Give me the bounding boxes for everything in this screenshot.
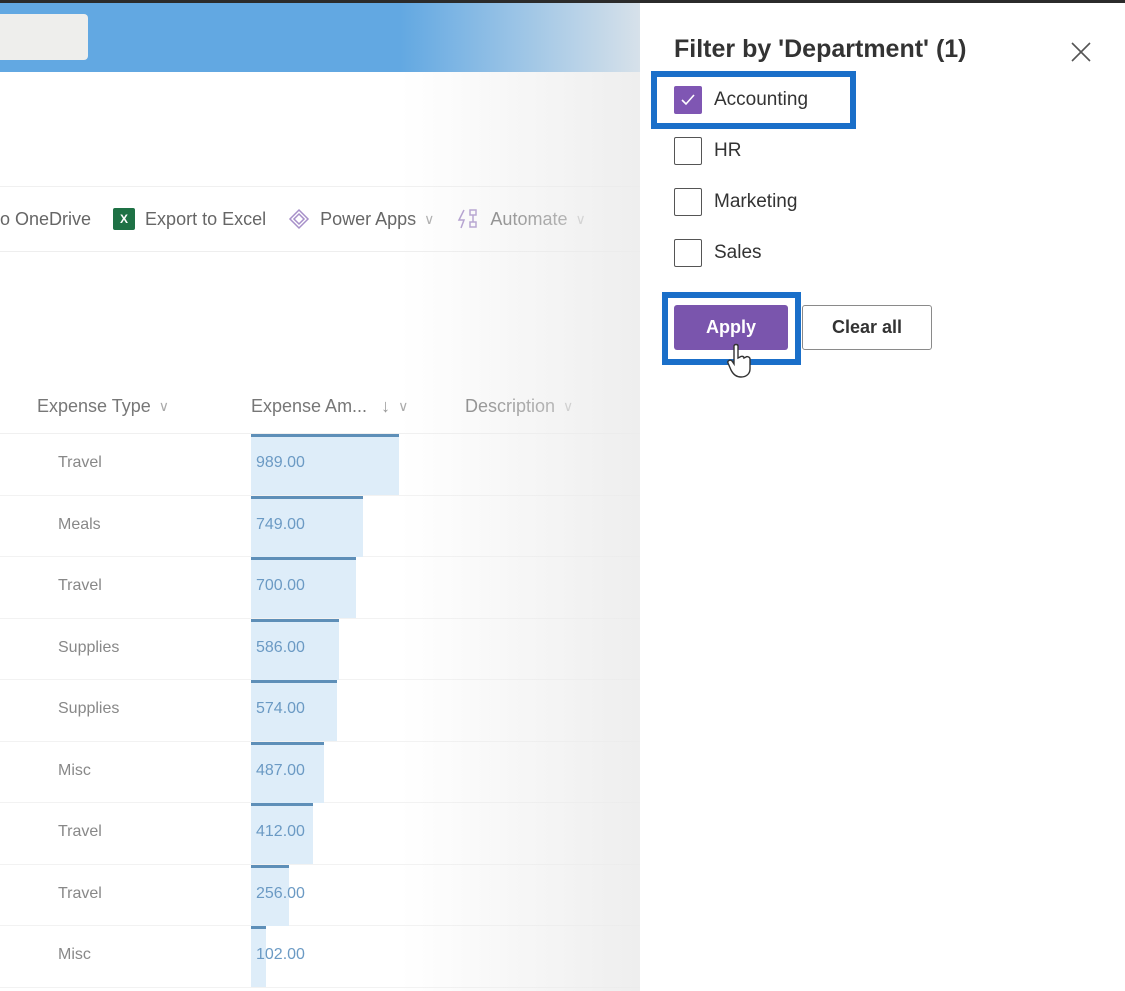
list-header: Expense Type ∨ Expense Am... ↓ ∨ Descrip…: [0, 379, 640, 434]
expense-amount-cell: 574.00: [256, 700, 305, 717]
column-header-expense-amount[interactable]: Expense Am... ↓ ∨: [251, 396, 408, 417]
column-header-expense-type[interactable]: Expense Type ∨: [37, 396, 169, 417]
column-header-description[interactable]: Description ∨: [465, 396, 573, 417]
filter-option-hr[interactable]: HR: [674, 137, 741, 165]
chevron-down-icon: ∨: [424, 210, 435, 227]
expense-type-cell: Travel: [58, 577, 102, 594]
expense-amount-cell: 749.00: [256, 515, 305, 533]
chevron-down-icon: ∨: [575, 210, 586, 227]
automate-icon: [456, 208, 480, 230]
expense-type-cell: Meals: [58, 515, 101, 533]
export-label: Export to Excel: [145, 208, 267, 229]
hand-cursor-icon: [726, 343, 754, 384]
chevron-down-icon: ∨: [158, 397, 169, 414]
sort-descending-icon: ↓: [381, 395, 391, 416]
checkbox[interactable]: [674, 188, 702, 216]
list-rows: Travel 989.00 Meals 749.00 Travel 700.00 Suppl…: [0, 434, 640, 988]
power-apps-icon: [288, 208, 310, 230]
expense-type-cell: Misc: [58, 946, 91, 963]
highlight-box-accounting: [651, 71, 856, 129]
expense-amount-cell: 487.00: [256, 761, 305, 779]
table-row[interactable]: Travel 256.00: [0, 864, 640, 926]
table-row[interactable]: Supplies 574.00: [0, 680, 640, 742]
list-view: o OneDrive X Export to Excel Power Apps …: [0, 3, 640, 991]
option-label: HR: [714, 140, 742, 161]
onedrive-button-label: o OneDrive: [0, 208, 92, 229]
filter-option-marketing[interactable]: Marketing: [674, 188, 797, 216]
table-row[interactable]: Meals 749.00: [0, 495, 640, 557]
power-apps-button[interactable]: Power Apps ∨: [288, 208, 434, 230]
expense-type-cell: Misc: [58, 761, 91, 779]
option-label: Sales: [714, 242, 762, 263]
expense-amount-cell: 412.00: [256, 823, 305, 840]
table-row[interactable]: Travel 989.00: [0, 434, 640, 496]
table-row[interactable]: Supplies 586.00: [0, 618, 640, 680]
table-row[interactable]: Misc 102.00: [0, 926, 640, 988]
filter-panel-title: Filter by 'Department' (1): [674, 35, 967, 63]
expense-amount-cell: 586.00: [256, 638, 305, 656]
search-box[interactable]: [0, 14, 88, 60]
suite-bar: [0, 3, 640, 72]
expense-amount-cell: 102.00: [256, 946, 305, 963]
excel-icon: X: [113, 208, 136, 230]
option-label: Marketing: [714, 191, 798, 212]
column-label: Description: [465, 395, 556, 416]
automate-label: Automate: [490, 208, 568, 229]
command-bar: o OneDrive X Export to Excel Power Apps …: [0, 186, 640, 252]
column-label: Expense Am...: [251, 395, 368, 416]
expense-amount-cell: 256.00: [256, 884, 305, 902]
table-row[interactable]: Travel 412.00: [0, 803, 640, 865]
column-label: Expense Type: [37, 395, 151, 416]
expense-type-cell: Supplies: [58, 638, 120, 656]
table-row[interactable]: Travel 700.00: [0, 557, 640, 619]
automate-button[interactable]: Automate ∨: [456, 208, 586, 230]
export-to-excel-button[interactable]: X Export to Excel: [113, 208, 266, 230]
chevron-down-icon: ∨: [398, 397, 409, 414]
chevron-down-icon: ∨: [563, 397, 574, 414]
expense-type-cell: Travel: [58, 823, 102, 840]
filter-option-sales[interactable]: Sales: [674, 239, 762, 267]
expense-amount-cell: 989.00: [256, 454, 305, 471]
table-row[interactable]: Misc 487.00: [0, 741, 640, 803]
checkbox[interactable]: [674, 239, 702, 267]
filter-panel: Filter by 'Department' (1) Accounting HR…: [640, 3, 1125, 991]
checkbox[interactable]: [674, 137, 702, 165]
expense-amount-cell: 700.00: [256, 577, 305, 594]
clear-all-button[interactable]: Clear all: [802, 305, 932, 350]
close-icon[interactable]: [1068, 39, 1094, 65]
expense-type-cell: Travel: [58, 454, 102, 471]
sync-onedrive-button[interactable]: o OneDrive: [0, 209, 91, 230]
power-apps-label: Power Apps: [320, 208, 417, 229]
expense-type-cell: Travel: [58, 884, 102, 902]
expense-type-cell: Supplies: [58, 700, 120, 717]
